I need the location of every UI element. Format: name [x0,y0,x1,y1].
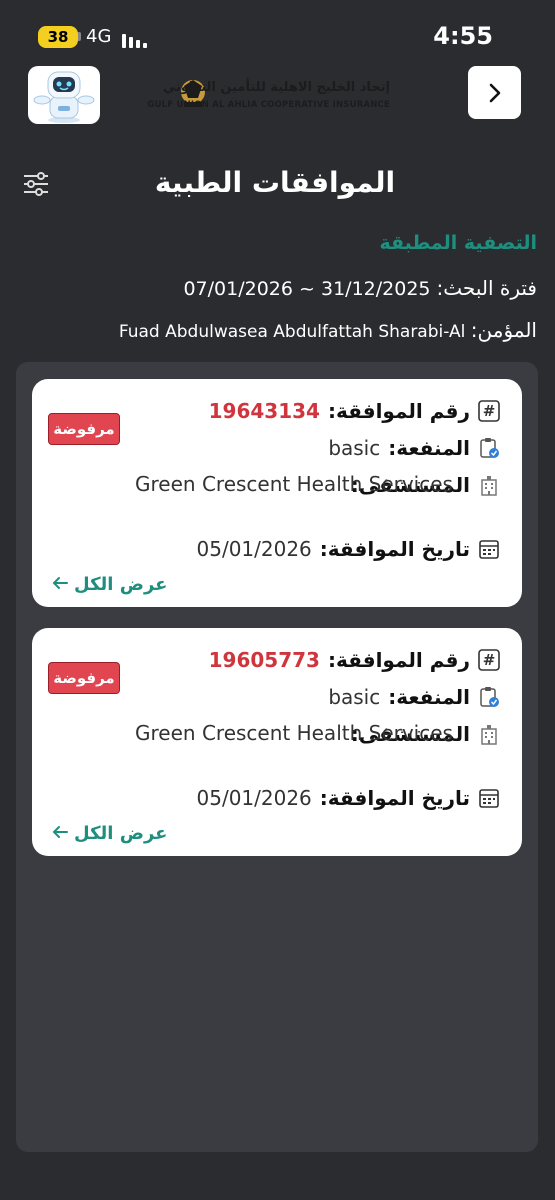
svg-text:#: # [483,651,496,669]
hospital-building-icon [478,474,500,496]
robot-icon [33,71,95,123]
hospital-name: Green Crescent Health Services [135,472,453,496]
filter-sliders-icon[interactable] [22,170,50,198]
hospital-name: Green Crescent Health Services [135,721,453,745]
period-label: فترة البحث: [436,276,537,300]
benefit-row: المنفعة: basic [328,685,500,709]
view-all-link[interactable]: عرض الكل [52,823,167,844]
approval-date-label: تاريخ الموافقة: [319,537,470,561]
insured-person: المؤمن: Fuad Abdulwasea Abdulfattah Shar… [119,318,537,342]
title-row: الموافقات الطبية [0,160,555,216]
logo-arabic-text: إتحاد الخليج الاهلية للتأمين التعاوني [162,80,390,95]
calendar-icon [478,787,500,809]
period-separator: ~ [299,278,315,300]
approval-number-row: # رقم الموافقة: 19605773 [209,648,500,672]
hash-icon: # [478,400,500,422]
company-logo: إتحاد الخليج الاهلية للتأمين التعاوني GU… [147,72,390,120]
status-badge: مرفوضة [48,662,120,694]
benefit-label: المنفعة: [388,436,470,460]
logo-english-text: GULF UNION AL AHLIA COOPERATIVE INSURANC… [147,100,390,110]
arrow-left-icon [52,574,68,595]
approval-date-row: تاريخ الموافقة: 05/01/2026 [197,537,501,561]
approval-number: 19605773 [208,648,320,672]
benefit-value: basic [328,685,381,709]
view-all-link[interactable]: عرض الكل [52,574,167,595]
clock: 4:55 [433,22,493,50]
period-from: 31/12/2025 [320,278,431,300]
period-range: 07/01/2026 ~ 31/12/2025 [183,278,430,300]
page-title: الموافقات الطبية [154,166,396,199]
benefit-label: المنفعة: [388,685,470,709]
network-label: 4G [86,26,112,47]
calendar-icon [478,538,500,560]
approval-number-row: # رقم الموافقة: 19643134 [209,399,500,423]
approval-number: 19643134 [208,399,320,423]
approval-date-label: تاريخ الموافقة: [319,786,470,810]
applied-filter-heading: التصفية المطبقة [379,232,537,254]
period-to: 07/01/2026 [183,278,293,300]
battery-indicator: 38 [38,26,78,48]
arrow-left-icon [52,823,68,844]
view-all-label: عرض الكل [74,823,168,844]
benefit-row: المنفعة: basic [328,436,500,460]
clipboard-check-icon [478,686,500,708]
insured-label: المؤمن: [470,318,537,342]
approvals-panel: # رقم الموافقة: 19643134 مرفوضة المنفعة:… [16,362,538,1152]
approval-date: 05/01/2026 [196,537,312,561]
back-button[interactable] [468,66,521,119]
mascot-avatar[interactable] [28,66,100,124]
status-badge: مرفوضة [48,413,120,445]
approval-number-label: رقم الموافقة: [327,648,470,672]
hash-icon: # [478,649,500,671]
svg-text:#: # [483,402,496,420]
hospital-building-icon [478,723,500,745]
signal-icon [122,34,147,48]
approval-card[interactable]: # رقم الموافقة: 19643134 مرفوضة المنفعة:… [32,379,522,607]
benefit-value: basic [328,436,381,460]
clipboard-check-icon [478,437,500,459]
approval-number-label: رقم الموافقة: [327,399,470,423]
approval-card[interactable]: # رقم الموافقة: 19605773 مرفوضة المنفعة:… [32,628,522,856]
approval-date-row: تاريخ الموافقة: 05/01/2026 [197,786,501,810]
app-header: إتحاد الخليج الاهلية للتأمين التعاوني GU… [0,66,555,126]
insured-name: Fuad Abdulwasea Abdulfattah Sharabi-Al [118,322,466,342]
approval-date: 05/01/2026 [196,786,312,810]
status-bar: 38 4G 4:55 [0,0,555,66]
view-all-label: عرض الكل [74,574,168,595]
battery-tip [78,32,81,41]
chevron-right-icon [489,83,500,102]
search-period: فترة البحث: 07/01/2026 ~ 31/12/2025 [183,276,537,300]
